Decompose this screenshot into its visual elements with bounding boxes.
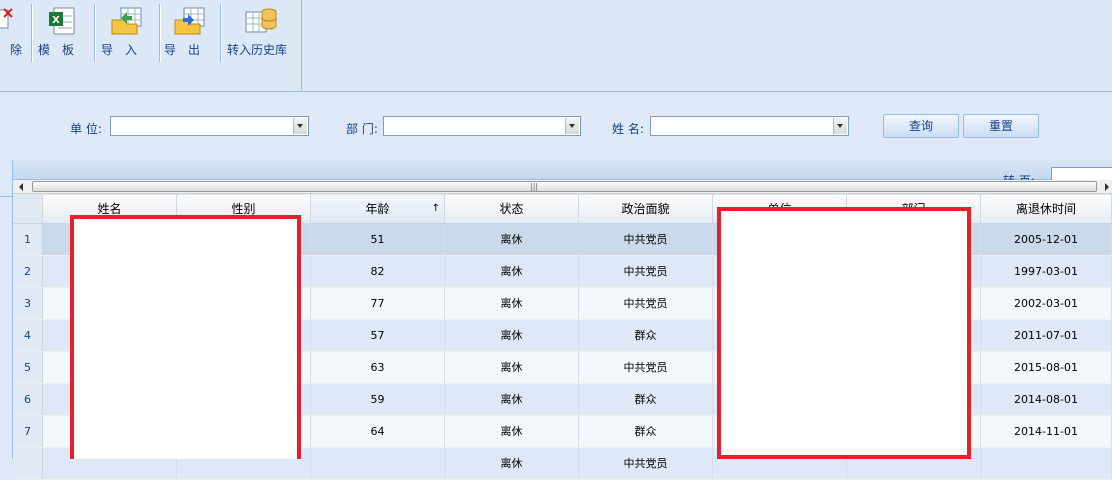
retire-date-cell: 2014-08-01 [981, 384, 1112, 415]
name-label: 姓 名: [612, 122, 644, 136]
redaction-box-unit-dept [717, 207, 971, 459]
row-number [13, 448, 43, 479]
political-cell: 中共党员 [579, 224, 713, 255]
template-label: 模 板 [38, 43, 75, 57]
dept-label: 部 门: [346, 122, 378, 136]
import-button[interactable]: 导 入 [97, 0, 159, 64]
chevron-down-icon[interactable] [833, 118, 847, 134]
grid-toolbar: 转 页: [13, 160, 1112, 188]
grip-icon: ||| [530, 182, 539, 191]
scroll-right-icon[interactable] [1105, 183, 1109, 191]
query-button[interactable]: 查询 [883, 114, 959, 138]
status-cell: 离休 [445, 256, 579, 287]
toolbar-end-divider [301, 0, 302, 92]
name-combo[interactable] [650, 116, 849, 136]
chevron-down-icon[interactable] [565, 118, 579, 134]
row-number: 6 [13, 384, 43, 415]
reset-button[interactable]: 重置 [963, 114, 1039, 138]
age-cell: 77 [311, 288, 445, 319]
retire-date-cell: 2014-11-01 [981, 416, 1112, 447]
export-label: 导 出 [164, 43, 201, 57]
age-cell: 63 [311, 352, 445, 383]
retire-date-cell [981, 448, 1112, 479]
search-bar: 单 位: 部 门: 姓 名: 查询 重置 [0, 92, 1112, 160]
political-cell: 群众 [579, 320, 713, 351]
age-cell [311, 448, 445, 479]
delete-icon [0, 8, 13, 29]
toolbar-separator [220, 4, 222, 62]
retire-date-cell: 2015-08-01 [981, 352, 1112, 383]
header-retire-date[interactable]: 离退休时间 [981, 195, 1112, 223]
to-history-label: 转入历史库 [227, 43, 288, 57]
row-number: 4 [13, 320, 43, 351]
status-cell: 离休 [445, 320, 579, 351]
export-icon [174, 7, 205, 35]
svg-text:X: X [52, 15, 60, 26]
header-row-number [13, 195, 43, 223]
database-icon [245, 8, 277, 33]
import-label: 导 入 [101, 43, 138, 57]
age-cell: 57 [311, 320, 445, 351]
political-cell: 群众 [579, 384, 713, 415]
age-cell: 59 [311, 384, 445, 415]
excel-icon: X [49, 7, 75, 35]
toolbar-separator [94, 4, 96, 62]
scroll-left-icon[interactable] [19, 183, 23, 191]
header-age[interactable]: 年龄 ↑ [311, 195, 445, 223]
political-cell: 群众 [579, 416, 713, 447]
retire-date-cell: 2002-03-01 [981, 288, 1112, 319]
toolbar-separator [31, 4, 33, 62]
row-number: 7 [13, 416, 43, 447]
header-political[interactable]: 政治面貌 [579, 195, 713, 223]
export-button[interactable]: 导 出 [162, 0, 220, 64]
horizontal-scrollbar[interactable]: ||| [13, 180, 1112, 194]
political-cell: 中共党员 [579, 352, 713, 383]
row-number: 2 [13, 256, 43, 287]
retire-date-cell: 2011-07-01 [981, 320, 1112, 351]
status-cell: 离休 [445, 288, 579, 319]
toolbar-separator [159, 4, 161, 62]
status-cell: 离休 [445, 416, 579, 447]
unit-label: 单 位: [70, 122, 102, 136]
retire-date-cell: 2005-12-01 [981, 224, 1112, 255]
row-number: 1 [13, 224, 43, 255]
status-cell: 离休 [445, 352, 579, 383]
header-status[interactable]: 状态 [445, 195, 579, 223]
import-icon [111, 7, 142, 35]
scroll-thumb[interactable]: ||| [32, 181, 1097, 192]
political-cell: 中共党员 [579, 288, 713, 319]
left-collapse-strip[interactable] [0, 160, 13, 459]
age-cell: 51 [311, 224, 445, 255]
political-cell: 中共党员 [579, 448, 713, 479]
political-cell: 中共党员 [579, 256, 713, 287]
row-number: 3 [13, 288, 43, 319]
header-age-label: 年龄 [365, 202, 390, 216]
delete-label: 除 [10, 43, 23, 57]
status-cell: 离休 [445, 448, 579, 479]
age-cell: 82 [311, 256, 445, 287]
status-cell: 离休 [445, 384, 579, 415]
chevron-down-icon[interactable] [293, 118, 307, 134]
unit-combo[interactable] [110, 116, 309, 136]
to-history-button[interactable]: 转入历史库 [223, 0, 295, 64]
row-number: 5 [13, 352, 43, 383]
dept-combo[interactable] [383, 116, 581, 136]
jump-page-input[interactable] [1051, 167, 1112, 181]
template-button[interactable]: X 模 板 [34, 0, 94, 64]
sort-asc-icon: ↑ [431, 203, 440, 214]
status-cell: 离休 [445, 224, 579, 255]
delete-button[interactable]: 除 [0, 0, 30, 64]
retire-date-cell: 1997-03-01 [981, 256, 1112, 287]
age-cell: 64 [311, 416, 445, 447]
redaction-box-name-gender [70, 215, 301, 459]
toolbar: 除 X 模 板 导 入 导 出 转入历史库 [0, 0, 1112, 92]
